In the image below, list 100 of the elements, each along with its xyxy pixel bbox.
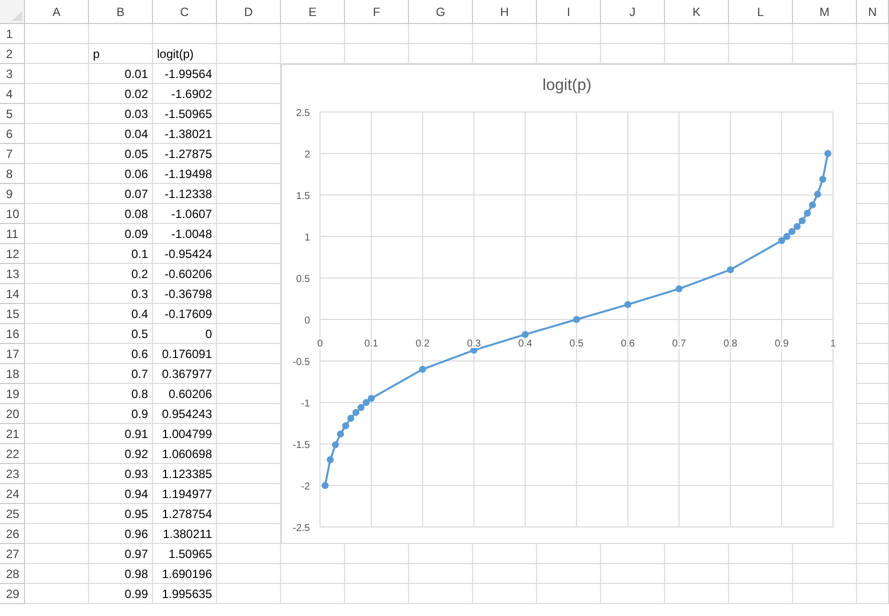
table-cell[interactable]: -1.27875 [153, 144, 217, 164]
row-header[interactable]: 15 [0, 304, 25, 324]
table-cell[interactable]: 0.2 [89, 264, 153, 284]
row-header[interactable]: 19 [0, 384, 25, 404]
row-header[interactable]: 14 [0, 284, 25, 304]
table-cell[interactable]: 0.367977 [153, 364, 217, 384]
column-header[interactable]: E [281, 0, 345, 24]
table-cell[interactable] [25, 264, 89, 284]
table-cell[interactable] [217, 44, 281, 64]
table-cell[interactable] [217, 544, 281, 564]
column-header[interactable]: M [793, 0, 857, 24]
column-header[interactable]: G [409, 0, 473, 24]
table-cell[interactable] [857, 44, 889, 64]
table-cell[interactable] [25, 144, 89, 164]
table-cell[interactable] [409, 584, 473, 604]
row-header[interactable]: 8 [0, 164, 25, 184]
table-cell[interactable]: 0.09 [89, 224, 153, 244]
column-header[interactable]: I [537, 0, 601, 24]
row-header[interactable]: 29 [0, 584, 25, 604]
row-header[interactable]: 13 [0, 264, 25, 284]
table-cell[interactable]: -0.17609 [153, 304, 217, 324]
table-cell[interactable]: 0.06 [89, 164, 153, 184]
row-header[interactable]: 27 [0, 544, 25, 564]
table-cell[interactable] [25, 344, 89, 364]
table-cell[interactable] [25, 384, 89, 404]
row-header[interactable]: 1 [0, 24, 25, 44]
column-header[interactable]: D [217, 0, 281, 24]
table-cell[interactable]: 0.91 [89, 424, 153, 444]
table-cell[interactable] [665, 24, 729, 44]
table-cell[interactable]: 0.176091 [153, 344, 217, 364]
table-cell[interactable] [25, 204, 89, 224]
table-cell[interactable]: 0.08 [89, 204, 153, 224]
column-header[interactable]: H [473, 0, 537, 24]
table-cell[interactable]: 0.01 [89, 64, 153, 84]
table-cell[interactable] [25, 64, 89, 84]
table-cell[interactable]: 0 [153, 324, 217, 344]
table-cell[interactable] [473, 564, 537, 584]
table-cell[interactable]: 0.93 [89, 464, 153, 484]
table-cell[interactable] [25, 104, 89, 124]
column-header[interactable]: K [665, 0, 729, 24]
row-header[interactable]: 25 [0, 504, 25, 524]
row-header[interactable]: 5 [0, 104, 25, 124]
table-cell[interactable]: 1.995635 [153, 584, 217, 604]
column-header[interactable]: A [25, 0, 89, 24]
table-cell[interactable] [25, 84, 89, 104]
table-cell[interactable] [25, 484, 89, 504]
column-header[interactable]: L [729, 0, 793, 24]
table-cell[interactable] [25, 164, 89, 184]
table-cell[interactable]: 1.50965 [153, 544, 217, 564]
table-cell[interactable]: 0.7 [89, 364, 153, 384]
row-header[interactable]: 10 [0, 204, 25, 224]
table-cell[interactable]: 0.04 [89, 124, 153, 144]
row-header[interactable]: 12 [0, 244, 25, 264]
table-cell[interactable] [25, 544, 89, 564]
table-cell[interactable] [665, 564, 729, 584]
table-cell[interactable] [857, 544, 889, 564]
table-cell[interactable] [217, 584, 281, 604]
table-cell[interactable] [25, 324, 89, 344]
table-cell[interactable]: -1.12338 [153, 184, 217, 204]
table-cell[interactable] [857, 584, 889, 604]
table-cell[interactable]: -1.0048 [153, 224, 217, 244]
table-cell[interactable] [25, 584, 89, 604]
row-header[interactable]: 17 [0, 344, 25, 364]
table-cell[interactable] [25, 364, 89, 384]
table-cell[interactable]: 0.954243 [153, 404, 217, 424]
table-cell[interactable]: 1.690196 [153, 564, 217, 584]
table-cell[interactable]: 0.05 [89, 144, 153, 164]
table-cell[interactable]: 0.4 [89, 304, 153, 324]
table-cell[interactable]: 1.194977 [153, 484, 217, 504]
table-cell[interactable] [473, 24, 537, 44]
table-cell[interactable] [25, 564, 89, 584]
table-cell[interactable]: 1.278754 [153, 504, 217, 524]
column-header[interactable]: J [601, 0, 665, 24]
table-cell[interactable]: logit(p) [153, 44, 217, 64]
table-cell[interactable] [25, 284, 89, 304]
column-header[interactable]: B [89, 0, 153, 24]
table-cell[interactable] [601, 24, 665, 44]
row-header[interactable]: 23 [0, 464, 25, 484]
table-cell[interactable]: -1.19498 [153, 164, 217, 184]
table-cell[interactable] [857, 24, 889, 44]
table-cell[interactable] [601, 564, 665, 584]
row-header[interactable]: 6 [0, 124, 25, 144]
table-cell[interactable] [345, 584, 409, 604]
row-header[interactable]: 2 [0, 44, 25, 64]
table-cell[interactable] [729, 564, 793, 584]
table-cell[interactable]: -1.0607 [153, 204, 217, 224]
table-cell[interactable] [345, 24, 409, 44]
table-cell[interactable] [665, 584, 729, 604]
row-header[interactable]: 4 [0, 84, 25, 104]
table-cell[interactable] [473, 584, 537, 604]
table-cell[interactable] [25, 304, 89, 324]
table-cell[interactable] [25, 424, 89, 444]
table-cell[interactable]: 0.97 [89, 544, 153, 564]
table-cell[interactable]: 0.07 [89, 184, 153, 204]
row-header[interactable]: 21 [0, 424, 25, 444]
row-header[interactable]: 16 [0, 324, 25, 344]
table-cell[interactable] [25, 124, 89, 144]
table-cell[interactable]: 1.123385 [153, 464, 217, 484]
table-cell[interactable]: 0.99 [89, 584, 153, 604]
table-cell[interactable]: -1.99564 [153, 64, 217, 84]
